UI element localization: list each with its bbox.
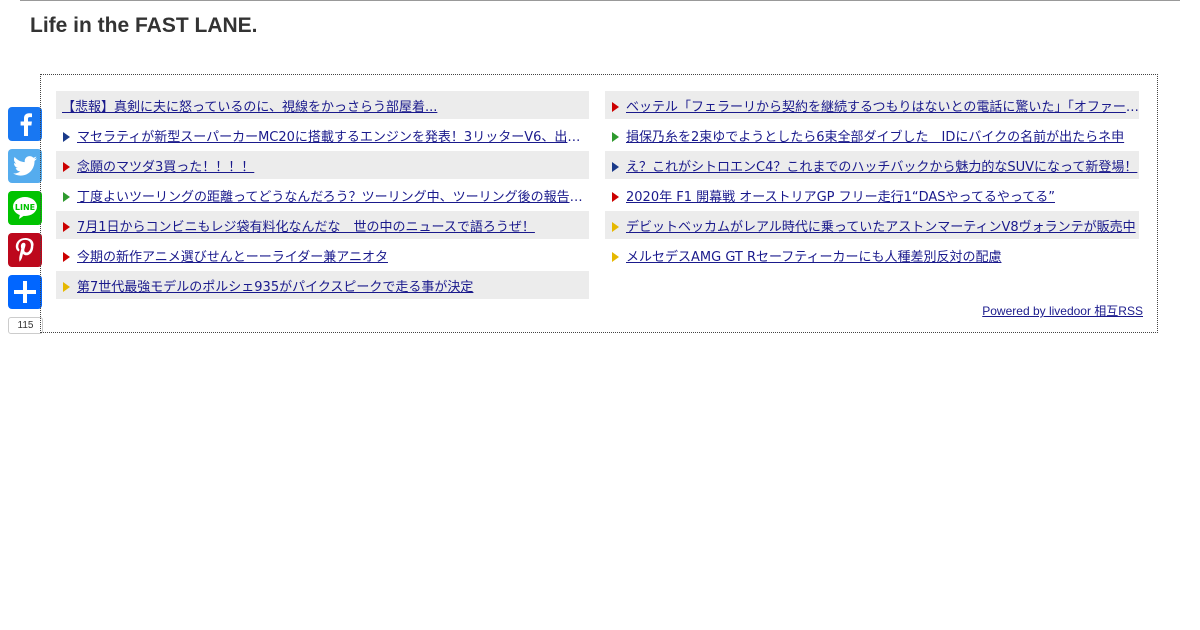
rss-item-link[interactable]: ベッテル「フェラーリから契約を継続するつもりはないとの電話に驚いた」「オファーが… bbox=[626, 96, 1139, 115]
rss-item: 第7世代最強モデルのポルシェ935がパイクスピークで走る事が決定 bbox=[56, 271, 589, 299]
rss-item: デビットベッカムがレアル時代に乗っていたアストンマーティンV8ヴォランテが販売中 bbox=[605, 211, 1139, 239]
rss-right-column: ベッテル「フェラーリから契約を継続するつもりはないとの電話に驚いた」「オファーが… bbox=[605, 91, 1139, 271]
rss-item: え？これがシトロエンC4？これまでのハッチバックから魅力的なSUVになって新登場… bbox=[605, 151, 1139, 179]
rss-item: 7月1日からコンビニもレジ袋有料化なんだな 世の中のニュースで語ろうぜ！ bbox=[56, 211, 589, 239]
bullet-arrow-icon bbox=[612, 222, 619, 232]
svg-text:LINE: LINE bbox=[15, 203, 35, 212]
rss-item: 【悲報】真剣に夫に怒っているのに、視線をかっさらう部屋着... bbox=[56, 91, 589, 119]
pinterest-icon bbox=[15, 238, 34, 262]
bullet-arrow-icon bbox=[63, 162, 70, 172]
share-count: 115 bbox=[8, 317, 43, 334]
rss-box: 【悲報】真剣に夫に怒っているのに、視線をかっさらう部屋着... マセラティが新型ス… bbox=[40, 74, 1158, 333]
facebook-share-button[interactable] bbox=[8, 107, 42, 141]
bullet-arrow-icon bbox=[612, 132, 619, 142]
rss-item-link[interactable]: 丁度よいツーリングの距離ってどうなんだろう？ツーリング中、ツーリング後の報告で語… bbox=[77, 186, 589, 205]
rss-item: 2020年 F1 開幕戦 オーストリアGP フリー走行1“DASやってるやってる… bbox=[605, 181, 1139, 209]
rss-item-link[interactable]: 損保乃糸を2束ゆでようとしたら6束全部ダイブした IDにバイクの名前が出たらネ申 bbox=[626, 126, 1139, 145]
rss-item: ベッテル「フェラーリから契約を継続するつもりはないとの電話に驚いた」「オファーが… bbox=[605, 91, 1139, 119]
rss-item: メルセデスAMG GT Rセーフティーカーにも人種差別反対の配慮 bbox=[605, 241, 1139, 269]
line-icon: LINE bbox=[13, 197, 37, 219]
rss-left-column: 【悲報】真剣に夫に怒っているのに、視線をかっさらう部屋着... マセラティが新型ス… bbox=[56, 91, 589, 301]
rss-item-link[interactable]: 7月1日からコンビニもレジ袋有料化なんだな 世の中のニュースで語ろうぜ！ bbox=[77, 216, 589, 235]
rss-item-link[interactable]: 念願のマツダ3買った！！！！ bbox=[77, 156, 589, 175]
rss-item-link[interactable]: 今期の新作アニメ選びせんとーーライダー兼アニオタ bbox=[77, 246, 589, 265]
rss-item-link[interactable]: メルセデスAMG GT Rセーフティーカーにも人種差別反対の配慮 bbox=[626, 246, 1139, 265]
share-button[interactable] bbox=[8, 275, 42, 309]
bullet-arrow-icon bbox=[63, 192, 70, 202]
twitter-icon bbox=[13, 156, 37, 176]
bullet-arrow-icon bbox=[63, 282, 70, 292]
site-title[interactable]: Life in the FAST LANE. bbox=[30, 14, 258, 38]
pinterest-share-button[interactable] bbox=[8, 233, 42, 267]
bullet-arrow-icon bbox=[63, 222, 70, 232]
facebook-icon bbox=[20, 113, 32, 136]
bullet-arrow-icon bbox=[612, 162, 619, 172]
bullet-arrow-icon bbox=[612, 252, 619, 262]
rss-item-link[interactable]: 第7世代最強モデルのポルシェ935がパイクスピークで走る事が決定 bbox=[77, 276, 589, 295]
rss-item: 念願のマツダ3買った！！！！ bbox=[56, 151, 589, 179]
rss-item-link[interactable]: マセラティが新型スーパーカーMC20に搭載するエンジンを発表！3リッターV6、出… bbox=[77, 126, 589, 145]
bullet-arrow-icon bbox=[63, 132, 70, 142]
bullet-arrow-icon bbox=[612, 192, 619, 202]
rss-item-link[interactable]: 【悲報】真剣に夫に怒っているのに、視線をかっさらう部屋着... bbox=[56, 96, 589, 115]
rss-item-link[interactable]: 2020年 F1 開幕戦 オーストリアGP フリー走行1“DASやってるやってる… bbox=[626, 186, 1139, 205]
rss-item: 丁度よいツーリングの距離ってどうなんだろう？ツーリング中、ツーリング後の報告で語… bbox=[56, 181, 589, 209]
line-share-button[interactable]: LINE bbox=[8, 191, 42, 225]
twitter-share-button[interactable] bbox=[8, 149, 42, 183]
bullet-arrow-icon bbox=[63, 252, 70, 262]
bullet-arrow-icon bbox=[612, 102, 619, 112]
rss-item-link[interactable]: デビットベッカムがレアル時代に乗っていたアストンマーティンV8ヴォランテが販売中 bbox=[626, 216, 1139, 235]
top-divider bbox=[20, 0, 1180, 1]
share-plus-icon bbox=[14, 281, 36, 303]
rss-item-link[interactable]: え？これがシトロエンC4？これまでのハッチバックから魅力的なSUVになって新登場… bbox=[626, 156, 1139, 175]
rss-item: 今期の新作アニメ選びせんとーーライダー兼アニオタ bbox=[56, 241, 589, 269]
rss-item: マセラティが新型スーパーカーMC20に搭載するエンジンを発表！3リッターV6、出… bbox=[56, 121, 589, 149]
powered-by-link[interactable]: Powered by livedoor 相互RSS bbox=[982, 302, 1143, 319]
share-bar: LINE 115 bbox=[8, 107, 43, 334]
rss-item: 損保乃糸を2束ゆでようとしたら6束全部ダイブした IDにバイクの名前が出たらネ申 bbox=[605, 121, 1139, 149]
